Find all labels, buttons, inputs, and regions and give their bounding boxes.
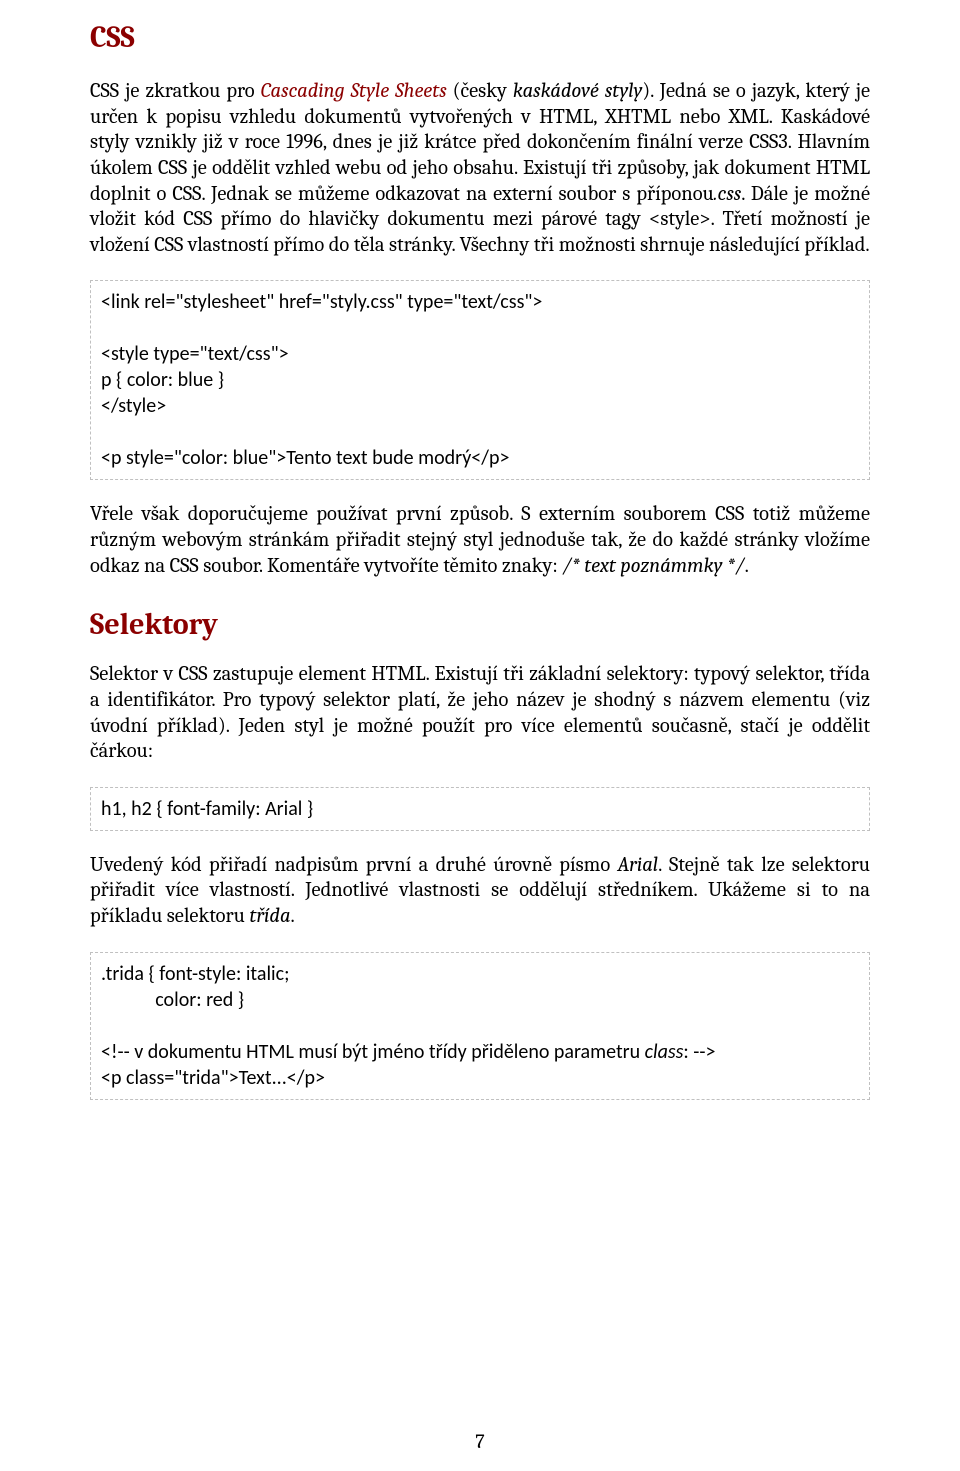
heading-selektory: Selektory bbox=[90, 607, 870, 642]
text: (česky bbox=[447, 80, 513, 103]
text: Vřele však doporučujeme používat první z… bbox=[90, 503, 870, 577]
paragraph-arial: Uvedený kód přiřadí nadpisům první a dru… bbox=[90, 853, 870, 930]
text: Uvedený kód přiřadí nadpisům první a dru… bbox=[90, 854, 618, 877]
heading-css: CSS bbox=[90, 20, 870, 55]
code-line: : --> bbox=[683, 1040, 715, 1064]
term-cascading-style-sheets: Cascading Style Sheets bbox=[261, 80, 447, 103]
code-block-multi-selector: h1, h2 { font-family: Arial } bbox=[90, 787, 870, 831]
paragraph-recommendation: Vřele však doporučujeme používat první z… bbox=[90, 502, 870, 579]
page-number: 7 bbox=[0, 1430, 960, 1453]
term-class-param: class bbox=[645, 1040, 684, 1064]
code-line: <!-- v dokumentu HTML musí být jméno tří… bbox=[101, 1040, 645, 1064]
term-comment-syntax: /* text poznámmky */ bbox=[562, 555, 745, 578]
code-line: <p class="trida">Text...</p> bbox=[101, 1066, 325, 1090]
code-line: .trida { font-style: italic; bbox=[101, 962, 289, 986]
term-kaskadove-styly: kaskádové styly bbox=[513, 80, 642, 103]
code-line: color: red } bbox=[101, 988, 244, 1012]
text: CSS je zkratkou pro bbox=[90, 80, 261, 103]
text: . bbox=[291, 905, 295, 928]
term-trida: třída bbox=[249, 905, 290, 928]
paragraph-selectors: Selektor v CSS zastupuje element HTML. E… bbox=[90, 662, 870, 765]
paragraph-intro: CSS je zkratkou pro Cascading Style Shee… bbox=[90, 79, 870, 258]
code-block-css-methods: <link rel="stylesheet" href="styly.css" … bbox=[90, 280, 870, 480]
page: CSS CSS je zkratkou pro Cascading Style … bbox=[0, 0, 960, 1471]
code-block-class-selector: .trida { font-style: italic; color: red … bbox=[90, 952, 870, 1100]
text: . bbox=[745, 555, 749, 578]
term-arial: Arial bbox=[618, 854, 659, 877]
term-css-extension: .css bbox=[714, 183, 742, 206]
